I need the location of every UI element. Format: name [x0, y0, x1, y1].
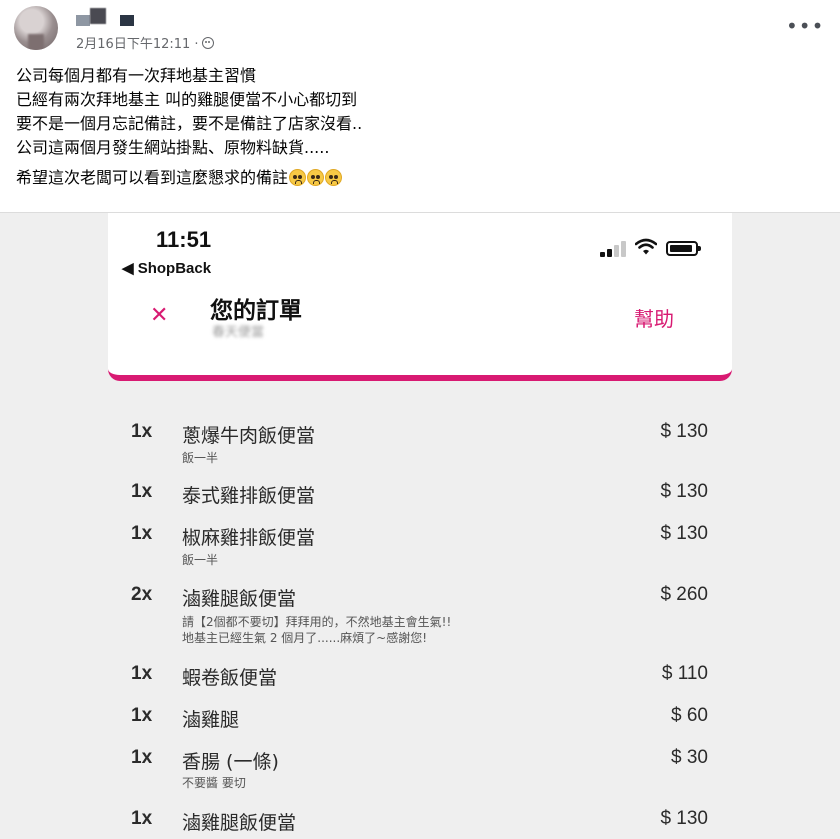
item-name: 滷雞腿飯便當	[182, 588, 297, 610]
restaurant-name-blurred: 春天便當	[212, 325, 265, 340]
pleading-face-emoji-icon	[307, 169, 325, 186]
item-quantity: 1x	[131, 705, 153, 726]
item-price: $ 130	[660, 808, 708, 829]
item-price: $ 260	[660, 584, 708, 605]
post-timestamp[interactable]: 2月16日下午12:11 ·	[76, 33, 199, 52]
item-name: 香腸 (一條)	[182, 751, 279, 773]
item-note: 飯一半	[182, 553, 219, 567]
item-quantity: 1x	[131, 523, 153, 544]
blurred-author-name-part[interactable]	[120, 15, 134, 26]
item-price: $ 130	[660, 421, 708, 442]
post-closing-line: 希望這次老闆可以看到這麼懇求的備註	[16, 166, 816, 190]
post-header: 2月16日下午12:11 · •••	[0, 0, 840, 60]
battery-icon	[666, 241, 701, 256]
order-title: 您的訂單	[210, 298, 302, 324]
item-quantity: 1x	[131, 808, 153, 829]
pleading-face-emoji-icon	[325, 169, 343, 186]
back-to-app-link: ◀ ShopBack	[122, 260, 212, 277]
post-image-order-screenshot[interactable]: 11:51 ◀ ShopBack ✕ 您的訂單 春天便當 幫助 1x 蔥爆牛肉飯…	[0, 212, 840, 839]
item-name: 蔥爆牛肉飯便當	[182, 425, 316, 447]
post-line: 要不是一個月忘記備註，要不是備註了店家沒看..	[16, 114, 363, 133]
item-quantity: 1x	[131, 421, 153, 442]
blurred-author-name-part[interactable]	[90, 8, 106, 24]
post-line: 公司這兩個月發生網站掛點、原物料缺貨.....	[16, 138, 330, 157]
close-icon: ✕	[150, 303, 169, 328]
post-body: 公司每個月都有一次拜地基主習慣 已經有兩次拜地基主 叫的雞腿便當不小心都切到 要…	[16, 64, 816, 190]
globe-icon	[201, 36, 214, 49]
item-name: 泰式雞排飯便當	[182, 485, 316, 507]
item-note: 飯一半	[182, 451, 219, 465]
item-price: $ 30	[671, 747, 708, 768]
pleading-face-emoji-icon	[289, 169, 307, 186]
item-price: $ 130	[660, 523, 708, 544]
post-meta: 2月16日下午12:11 ·	[76, 33, 214, 52]
wifi-icon	[635, 238, 657, 255]
help-link: 幫助	[634, 307, 674, 331]
item-quantity: 2x	[131, 584, 153, 605]
item-name: 滷雞腿	[182, 709, 240, 731]
item-price: $ 60	[671, 705, 708, 726]
status-time: 11:51	[156, 227, 212, 252]
avatar[interactable]	[14, 6, 58, 50]
post-line: 公司每個月都有一次拜地基主習慣	[16, 66, 257, 85]
item-name: 蝦卷飯便當	[182, 667, 278, 689]
item-quantity: 1x	[131, 663, 153, 684]
post-line: 已經有兩次拜地基主 叫的雞腿便當不小心都切到	[16, 90, 358, 109]
blurred-author-name[interactable]	[76, 15, 90, 26]
item-note: 不要醬 要切	[182, 776, 246, 790]
post-closing-text: 希望這次老闆可以看到這麼懇求的備註	[16, 168, 289, 187]
item-quantity: 1x	[131, 481, 153, 502]
item-price: $ 110	[661, 663, 708, 684]
item-quantity: 1x	[131, 747, 153, 768]
cellular-signal-icon	[600, 241, 628, 257]
item-note: 請【2個都不要切】拜拜用的，不然地基主會生氣!!	[182, 615, 452, 629]
item-note: 地基主已經生氣 2 個月了......麻煩了~感謝您!	[182, 631, 428, 645]
item-name: 椒麻雞排飯便當	[182, 527, 316, 549]
app-header-card: 11:51 ◀ ShopBack ✕ 您的訂單 春天便當 幫助	[108, 213, 732, 381]
more-options-icon[interactable]: •••	[786, 14, 823, 38]
item-name: 滷雞腿飯便當	[182, 812, 297, 834]
item-price: $ 130	[660, 481, 708, 502]
